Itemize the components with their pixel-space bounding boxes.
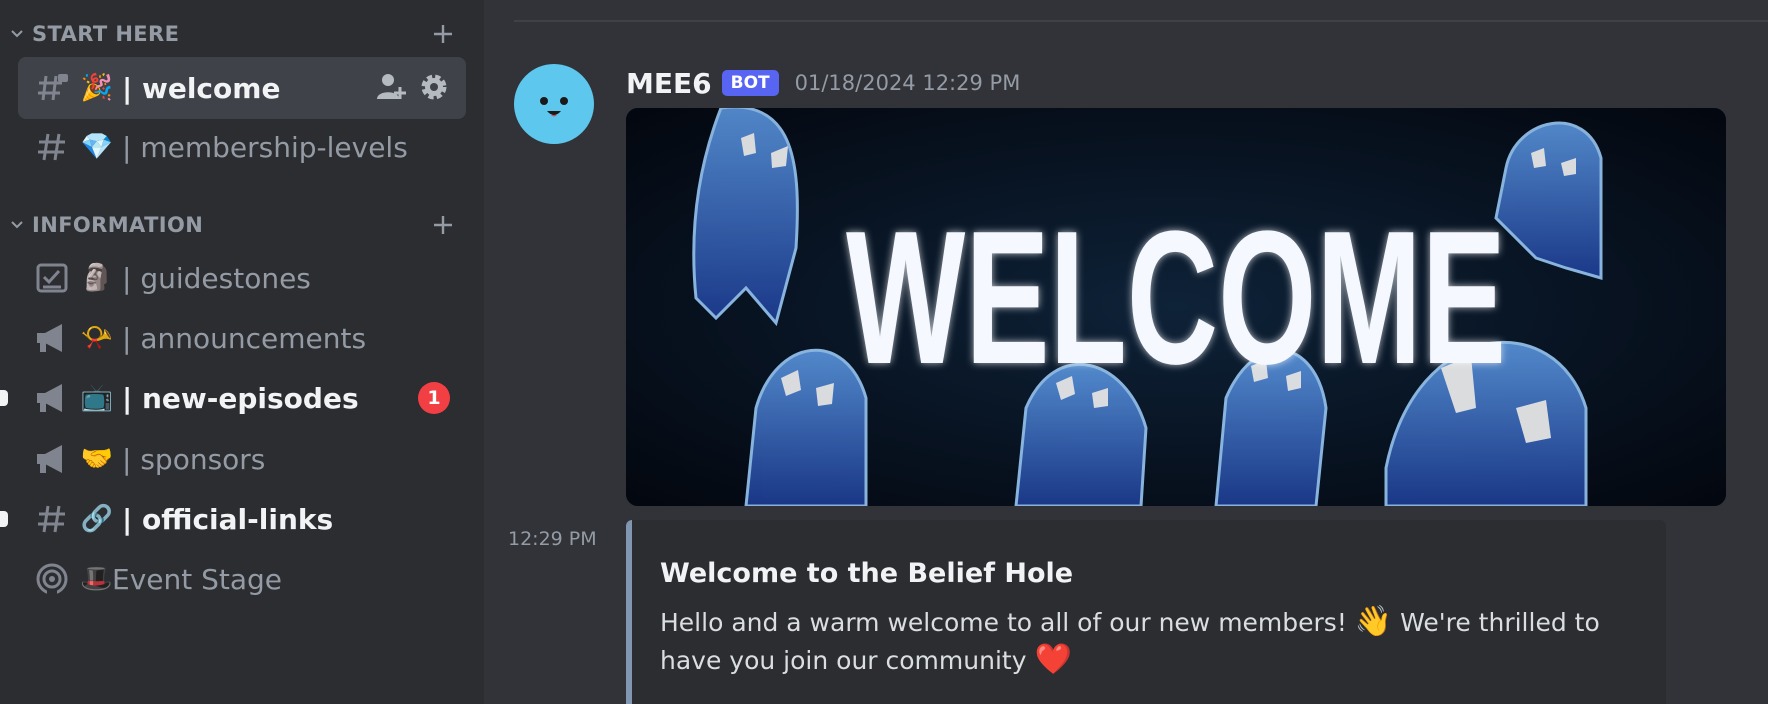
bot-tag: BOT	[721, 70, 779, 96]
category-information[interactable]: INFORMATION	[10, 208, 454, 242]
text-channel-icon	[34, 501, 70, 537]
channel-emoji: 💎	[80, 132, 114, 162]
embed-description-text: Hello and a warm welcome to all of our n…	[660, 608, 1355, 637]
text-channel-lock-icon	[34, 70, 70, 106]
channel-emoji: 🗿	[80, 263, 114, 293]
channel-label: | announcements	[122, 321, 367, 355]
embed-description: Hello and a warm welcome to all of our n…	[660, 603, 1642, 679]
channel-label: | welcome	[122, 71, 281, 105]
category-label: INFORMATION	[32, 213, 204, 237]
channel-label: | guidestones	[122, 261, 311, 295]
channel-label: | new-episodes	[122, 381, 359, 415]
channel-emoji: 🤝	[80, 444, 114, 474]
channel-new-episodes[interactable]: 📺 | new-episodes 1	[0, 367, 466, 429]
red-heart-emoji: ❤️	[1034, 642, 1072, 677]
message-header: MEE6 BOT 01/18/2024 12:29 PM	[626, 64, 1020, 102]
channel-official-links[interactable]: 🔗 | official-links	[0, 488, 466, 550]
create-channel-plus-icon[interactable]	[432, 23, 454, 45]
invite-user-icon[interactable]	[376, 71, 406, 103]
text-channel-icon	[34, 129, 70, 165]
channel-event-stage[interactable]: 🎩 Event Stage	[18, 548, 466, 610]
category-label: START HERE	[32, 22, 180, 46]
channel-emoji: 🎩	[80, 564, 113, 594]
channel-label: Event Stage	[112, 562, 283, 596]
channel-welcome[interactable]: 🎉 | welcome	[18, 57, 466, 119]
stage-channel-icon	[34, 561, 70, 597]
mee6-face-icon	[540, 97, 568, 117]
embed-title: Welcome to the Belief Hole	[660, 558, 1074, 589]
message-author[interactable]: MEE6	[626, 67, 712, 100]
channel-announcements[interactable]: 📯 | announcements	[18, 307, 466, 369]
chevron-down-icon	[11, 30, 23, 38]
channel-emoji: 📯	[80, 323, 114, 353]
announcement-channel-icon	[34, 320, 70, 356]
channel-emoji: 📺	[80, 383, 114, 413]
create-channel-plus-icon[interactable]	[432, 214, 454, 236]
channel-label: | sponsors	[122, 442, 266, 476]
channel-emoji: 🔗	[80, 504, 114, 534]
unread-indicator	[0, 511, 8, 527]
channel-sponsors[interactable]: 🤝 | sponsors	[18, 428, 466, 490]
rules-channel-icon	[34, 260, 70, 296]
channel-guidestones[interactable]: 🗿 | guidestones	[18, 247, 466, 309]
hover-timestamp: 12:29 PM	[508, 528, 597, 550]
avatar[interactable]	[514, 64, 594, 144]
channel-membership-levels[interactable]: 💎 | membership-levels	[18, 116, 466, 178]
category-start-here[interactable]: START HERE	[10, 17, 454, 51]
gear-icon[interactable]	[418, 71, 450, 103]
chevron-down-icon	[11, 221, 23, 229]
unread-indicator	[0, 390, 8, 406]
announcement-channel-icon	[34, 441, 70, 477]
channel-emoji: 🎉	[80, 73, 114, 103]
mention-count-badge: 1	[418, 382, 450, 414]
chat-area: MEE6 BOT 01/18/2024 12:29 PM WELCOME WEL…	[484, 0, 1768, 704]
announcement-channel-icon	[34, 380, 70, 416]
message-divider	[514, 20, 1768, 22]
channel-label: | official-links	[122, 502, 334, 536]
welcome-banner-image[interactable]: WELCOME WELCOME	[626, 108, 1726, 506]
channel-sidebar: START HERE 🎉 | welcome 💎 | membership-le…	[0, 0, 484, 704]
message-timestamp: 01/18/2024 12:29 PM	[794, 71, 1021, 95]
banner-text: WELCOME	[846, 192, 1506, 404]
channel-label: | membership-levels	[122, 130, 408, 164]
message-embed: Welcome to the Belief Hole Hello and a w…	[626, 520, 1666, 704]
waving-hand-emoji: 👋	[1354, 604, 1393, 639]
